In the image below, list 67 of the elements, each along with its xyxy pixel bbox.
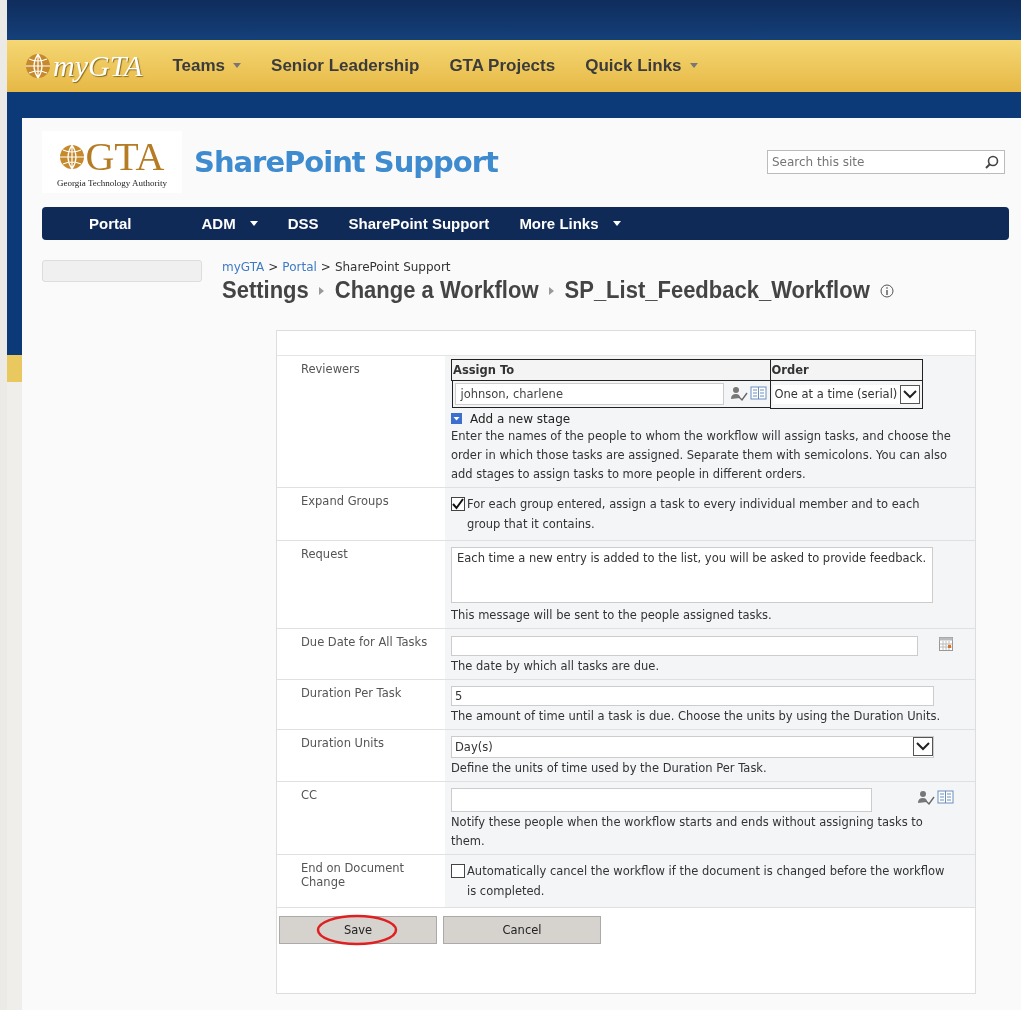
nav-link[interactable]: More Links <box>519 215 621 232</box>
expand-icon <box>451 413 462 424</box>
column-header: Assign To <box>451 359 770 381</box>
breadcrumb-text: SharePoint Support <box>334 260 451 274</box>
help-text: Notify these people when the workflow starts and ends without assigning tasks to them. <box>451 813 924 850</box>
breadcrumb-separator: > <box>268 260 279 274</box>
address-book-icon <box>749 386 768 400</box>
help-text: The amount of time until a task is due. Choose the units by using the Duration Units. <box>451 707 942 725</box>
caret-icon <box>233 63 242 69</box>
checkbox[interactable] <box>451 863 465 878</box>
field-label: End on Document Change <box>300 859 406 891</box>
check-names-icon <box>917 790 935 806</box>
duration-field[interactable]: 5 <box>451 685 934 706</box>
page-title: Settings <box>222 277 309 305</box>
checkbox[interactable] <box>451 496 465 511</box>
nav-link[interactable]: Quick Links <box>585 56 698 76</box>
search-field[interactable]: Search this site <box>767 150 1005 174</box>
field-label: Duration Units <box>300 734 385 752</box>
nav-link[interactable]: Senior Leadership <box>271 56 420 76</box>
save-button[interactable]: Save <box>279 915 437 944</box>
column-header: Order <box>770 359 923 381</box>
checkbox-label: For each group entered, assign a task to every individual member and to each group that it contains. <box>467 495 921 533</box>
field-label: CC <box>300 786 319 804</box>
check-names-icon <box>729 386 748 402</box>
info-icon <box>879 284 894 298</box>
nav-link[interactable]: Teams <box>172 56 242 76</box>
caret-icon <box>612 220 621 227</box>
globe-icon <box>59 144 86 170</box>
units-dropdown[interactable]: Day(s) <box>451 735 934 758</box>
globe-icon <box>25 53 51 79</box>
page-title: Change a Workflow <box>334 277 539 305</box>
people-field[interactable]: johnson, charlene <box>454 383 724 405</box>
nav-link[interactable]: DSS <box>287 215 319 232</box>
add-stage-link[interactable]: Add a new stage <box>451 411 955 426</box>
cancel-button[interactable]: Cancel <box>443 915 601 944</box>
caret-icon <box>249 220 258 227</box>
help-text: Define the units of time used by the Duration Per Task. <box>451 759 768 777</box>
help-text: The date by which all tasks are due. <box>451 657 661 675</box>
arrow-icon <box>318 287 325 295</box>
cc-field[interactable] <box>451 787 872 812</box>
help-text: This message will be sent to the people assigned tasks. <box>451 606 773 624</box>
checkmark-icon <box>452 497 464 510</box>
date-field[interactable] <box>451 635 918 656</box>
nav-link[interactable]: GTA Projects <box>449 56 556 76</box>
order-dropdown[interactable]: One at a time (serial) <box>772 384 920 404</box>
help-text: Enter the names of the people to whom the workflow will assign tasks, and choose the order in which those tasks are assigned. Separate them with semicolons. You can also add stages to assign tasks to more people in different orders. <box>451 427 952 483</box>
address-book-icon <box>937 790 955 804</box>
caret-icon <box>689 63 698 69</box>
arrow-icon <box>548 287 555 295</box>
calendar-icon <box>939 636 953 651</box>
field-label: Reviewers <box>300 361 361 378</box>
field-label: Duration Per Task <box>300 684 403 702</box>
nav-link[interactable]: SharePoint Support <box>348 215 490 232</box>
field-label: Expand Groups <box>300 492 390 510</box>
checkbox-label: Automatically cancel the workflow if the document is changed before the workflow is completed. <box>467 862 946 900</box>
site-title: SharePoint Support <box>194 145 498 179</box>
gta-logo: GTA Georgia Technology Authority <box>42 131 182 193</box>
breadcrumb-separator: > <box>320 260 331 274</box>
field-label: Due Date for All Tasks <box>300 633 429 651</box>
breadcrumb-link[interactable]: myGTA <box>222 260 265 274</box>
nav-link[interactable]: Portal <box>89 215 132 232</box>
field-label: Request <box>300 545 349 563</box>
request-field[interactable]: Each time a new entry is added to the list, you will be asked to provide feedback. <box>451 546 933 603</box>
breadcrumb-link[interactable]: Portal <box>282 260 317 274</box>
search-icon <box>985 155 999 169</box>
page-title: SP_List_Feedback_Workflow <box>564 277 870 305</box>
nav-link[interactable]: ADM <box>201 215 258 232</box>
